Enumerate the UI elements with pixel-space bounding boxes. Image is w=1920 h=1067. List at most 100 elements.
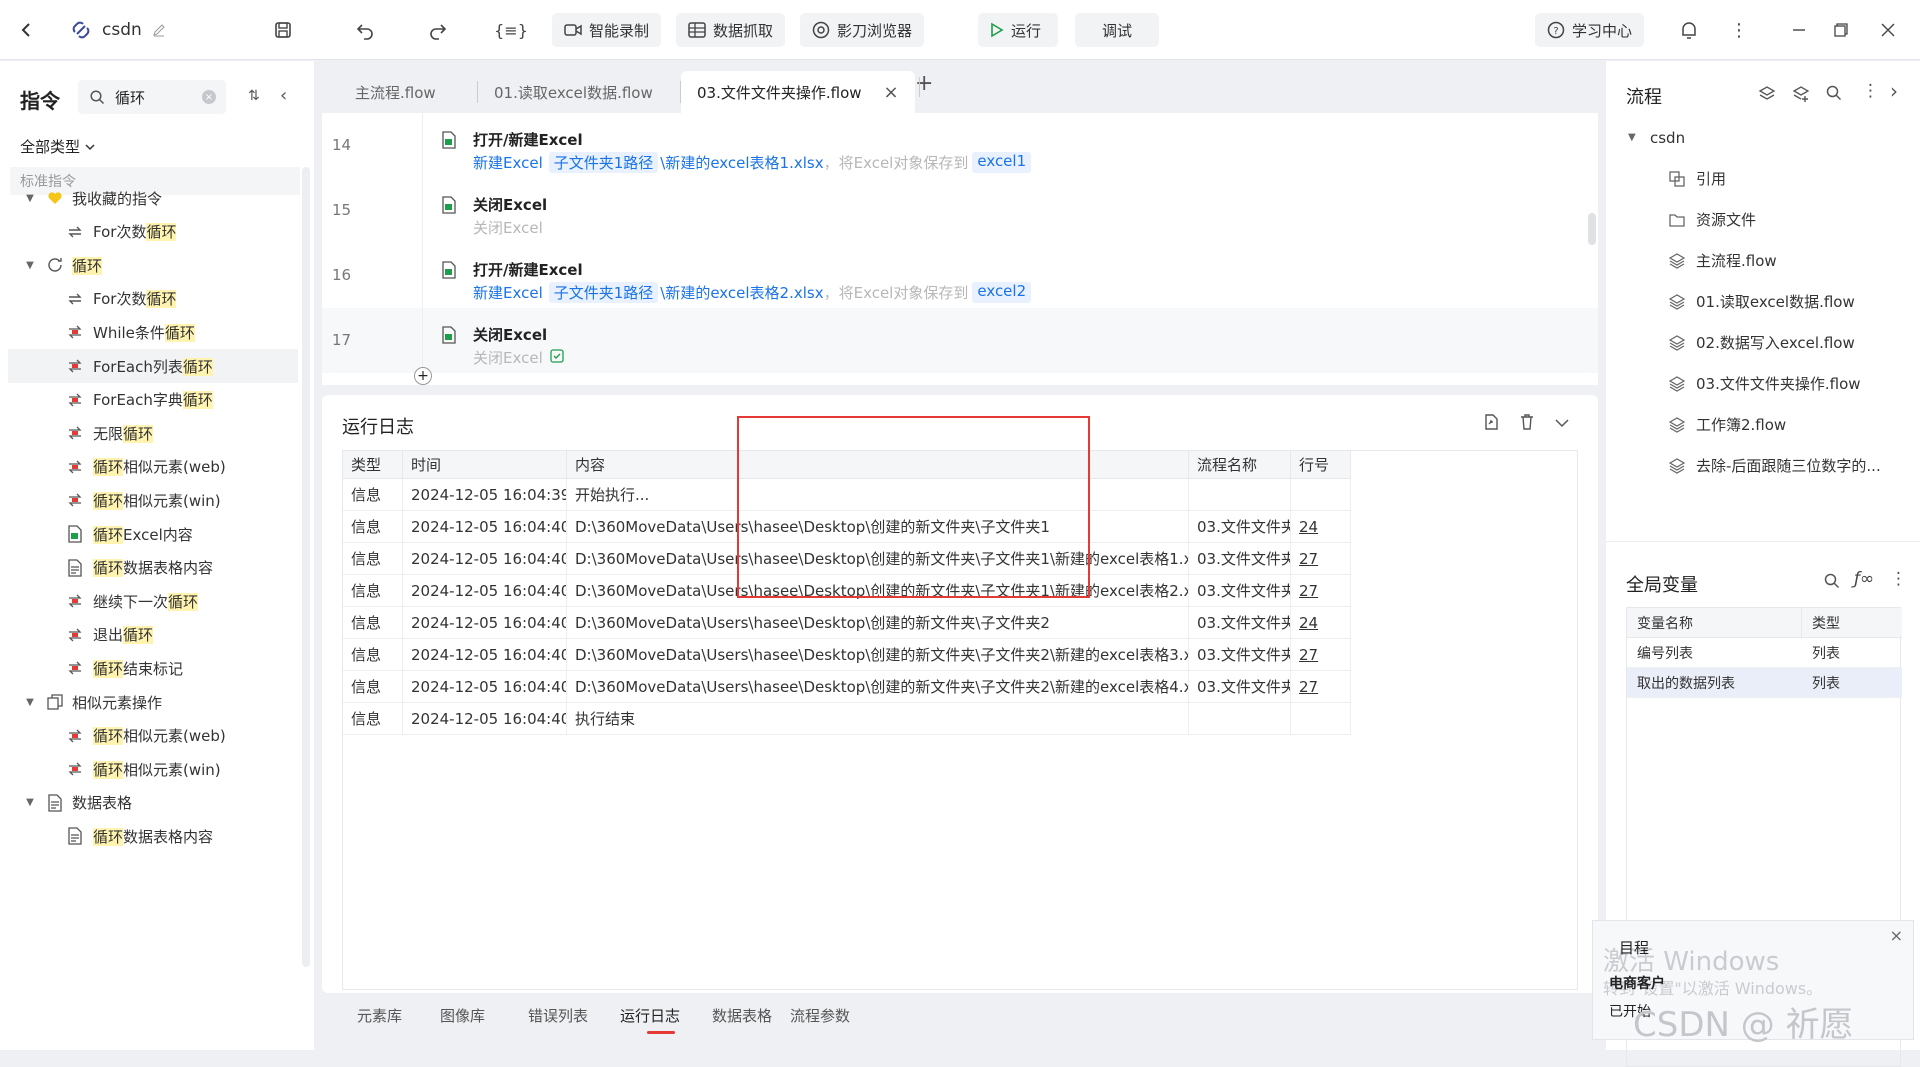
- var-cell[interactable]: 取出的数据列表: [1627, 668, 1802, 698]
- tree-item[interactable]: 继续下一次循环: [0, 584, 300, 618]
- code-icon[interactable]: {≡}: [494, 15, 528, 45]
- log-cell[interactable]: 27: [1291, 639, 1351, 671]
- var-cell[interactable]: 列表: [1802, 638, 1902, 668]
- log-cell[interactable]: 24: [1291, 511, 1351, 543]
- trash-icon[interactable]: [1518, 413, 1536, 435]
- log-cell[interactable]: 27: [1291, 575, 1351, 607]
- tree-item[interactable]: 循环数据表格内容: [0, 819, 300, 853]
- search-vars-icon[interactable]: [1824, 573, 1840, 593]
- tree-group[interactable]: ▼ 数据表格: [0, 786, 300, 820]
- more-icon[interactable]: ⋮: [1724, 15, 1754, 45]
- restore-icon[interactable]: [1826, 15, 1856, 45]
- add-tab-icon[interactable]: +: [915, 71, 933, 96]
- tree-group[interactable]: ▼ 循环: [0, 248, 300, 282]
- flow-step[interactable]: 17 关闭Excel 关闭Excel: [322, 308, 1598, 373]
- tree-item[interactable]: While条件循环: [0, 315, 300, 349]
- edit-icon[interactable]: [144, 15, 174, 45]
- bottom-tab[interactable]: 元素库: [357, 1005, 402, 1026]
- data-scrape-button[interactable]: 数据抓取: [676, 13, 786, 47]
- flow-more-icon[interactable]: ⋮: [1862, 81, 1879, 101]
- flow-tree-item[interactable]: 工作簿2.flow: [1606, 404, 1906, 445]
- clear-search-icon[interactable]: ×: [202, 90, 216, 104]
- flow-step[interactable]: 16 打开/新建Excel 新建Excel 子文件夹1路径 \新建的excel表格2.x…: [322, 243, 1598, 308]
- output-variable-chip[interactable]: excel1: [972, 152, 1032, 173]
- log-column-header[interactable]: 行号: [1291, 451, 1351, 479]
- collapse-right-icon[interactable]: ›: [1890, 79, 1898, 103]
- function-icon[interactable]: ƒ∞: [1854, 569, 1874, 589]
- smart-record-button[interactable]: 智能录制: [552, 13, 662, 47]
- close-tab-icon[interactable]: ×: [884, 82, 899, 103]
- left-scrollbar[interactable]: [302, 167, 310, 967]
- collapse-log-icon[interactable]: [1554, 415, 1570, 433]
- vars-more-icon[interactable]: ⋮: [1890, 569, 1907, 589]
- variable-chip[interactable]: 子文件夹1路径: [548, 152, 659, 173]
- flow-tree-item[interactable]: 资源文件: [1606, 199, 1906, 240]
- flow-tree-item[interactable]: 03.文件文件夹操作.flow: [1606, 363, 1906, 404]
- undo-icon[interactable]: [350, 15, 380, 45]
- flow-tree-item[interactable]: 引用: [1606, 158, 1906, 199]
- back-icon[interactable]: [12, 15, 42, 45]
- bottom-tab[interactable]: 流程参数: [790, 1005, 850, 1026]
- expand-arrow-icon[interactable]: ▼: [24, 259, 36, 271]
- debug-button[interactable]: 调试: [1075, 13, 1159, 47]
- add-step-icon[interactable]: +: [414, 367, 432, 385]
- search-input[interactable]: 循环 ×: [78, 80, 226, 114]
- tree-item[interactable]: 无限循环: [0, 416, 300, 450]
- tree-group[interactable]: ▼ 我收藏的指令: [0, 181, 300, 215]
- tree-group[interactable]: ▼ 相似元素操作: [0, 685, 300, 719]
- log-column-header[interactable]: 时间: [403, 451, 567, 479]
- tab-2[interactable]: 03.文件文件夹操作.flow ×: [681, 71, 915, 113]
- tab-1[interactable]: 01.读取excel数据.flow: [478, 71, 669, 113]
- var-cell[interactable]: 列表: [1802, 668, 1902, 698]
- run-button[interactable]: 运行: [978, 13, 1058, 47]
- layers-settings-icon[interactable]: [1758, 85, 1776, 107]
- expand-arrow-icon[interactable]: ▼: [24, 192, 36, 204]
- close-popup-icon[interactable]: ×: [1890, 926, 1903, 945]
- tree-item[interactable]: ForEach列表循环: [8, 349, 298, 383]
- output-variable-chip[interactable]: excel2: [972, 282, 1032, 303]
- tree-item[interactable]: 循环相似元素(web): [0, 450, 300, 484]
- tree-item[interactable]: 循环数据表格内容: [0, 551, 300, 585]
- tree-item[interactable]: ForEach字典循环: [0, 383, 300, 417]
- tree-item[interactable]: 循环相似元素(win): [0, 752, 300, 786]
- expand-arrow-icon[interactable]: ▼: [1628, 132, 1636, 143]
- bottom-tab[interactable]: 运行日志: [620, 1005, 680, 1026]
- expand-arrow-icon[interactable]: ▼: [24, 797, 36, 809]
- flow-step[interactable]: 15 关闭Excel 关闭Excel: [322, 178, 1598, 243]
- collapse-panel-icon[interactable]: ‹: [280, 85, 287, 106]
- flow-tree-item[interactable]: 01.读取excel数据.flow: [1606, 281, 1906, 322]
- log-column-header[interactable]: 类型: [343, 451, 403, 479]
- bell-icon[interactable]: [1674, 15, 1704, 45]
- tree-item[interactable]: 循环Excel内容: [0, 517, 300, 551]
- tree-item[interactable]: 循环相似元素(web): [0, 719, 300, 753]
- variable-chip[interactable]: 子文件夹1路径: [548, 282, 659, 303]
- expand-arrow-icon[interactable]: ▼: [24, 696, 36, 708]
- close-window-icon[interactable]: [1873, 15, 1903, 45]
- bottom-tab[interactable]: 图像库: [440, 1005, 485, 1026]
- log-cell[interactable]: 27: [1291, 543, 1351, 575]
- learning-center-button[interactable]: ? 学习中心: [1535, 13, 1645, 47]
- save-icon[interactable]: [268, 15, 298, 45]
- flow-tree-item[interactable]: 02.数据写入excel.flow: [1606, 322, 1906, 363]
- log-column-header[interactable]: 流程名称: [1189, 451, 1291, 479]
- sort-icon[interactable]: ⇅: [248, 88, 260, 104]
- log-cell[interactable]: 24: [1291, 607, 1351, 639]
- flow-step[interactable]: 14 打开/新建Excel 新建Excel 子文件夹1路径 \新建的excel表格1.x…: [322, 113, 1598, 178]
- minimize-icon[interactable]: [1784, 15, 1814, 45]
- bottom-tab[interactable]: 错误列表: [528, 1005, 588, 1026]
- tree-item[interactable]: For次数循环: [0, 282, 300, 316]
- tab-0[interactable]: 主流程.flow: [339, 71, 452, 113]
- type-filter-dropdown[interactable]: 全部类型: [20, 136, 96, 157]
- tree-item[interactable]: For次数循环: [0, 215, 300, 249]
- tree-item[interactable]: 循环结束标记: [0, 651, 300, 685]
- log-cell[interactable]: 27: [1291, 671, 1351, 703]
- add-flow-icon[interactable]: [1792, 85, 1810, 107]
- note-icon[interactable]: [549, 348, 565, 368]
- search-flow-icon[interactable]: [1826, 85, 1842, 105]
- bottom-tab[interactable]: 数据表格: [712, 1005, 772, 1026]
- yingdao-browser-button[interactable]: 影刀浏览器: [800, 13, 925, 47]
- flow-scrollbar[interactable]: [1588, 213, 1596, 245]
- redo-icon[interactable]: [423, 15, 453, 45]
- export-log-icon[interactable]: [1482, 413, 1500, 435]
- var-cell[interactable]: 编号列表: [1627, 638, 1802, 668]
